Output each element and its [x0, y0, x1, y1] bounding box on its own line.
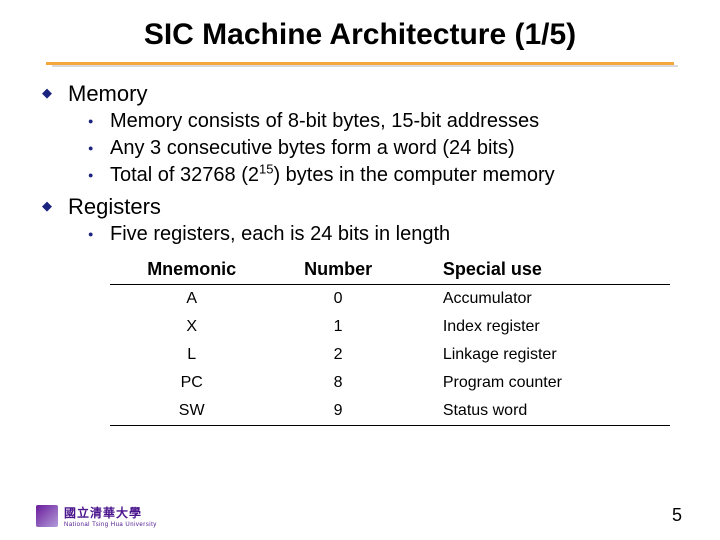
university-name-en: National Tsing Hua University [64, 522, 157, 528]
memory-bullet-1: Memory consists of 8-bit bytes, 15-bit a… [40, 109, 680, 134]
cell-number: 8 [273, 369, 402, 397]
table-header-row: Mnemonic Number Special use [110, 255, 670, 285]
table-row: PC 8 Program counter [110, 369, 670, 397]
registers-bullet-1: Five registers, each is 24 bits in lengt… [40, 222, 680, 247]
cell-number: 0 [273, 285, 402, 314]
cell-mnemonic: X [110, 313, 273, 341]
title-underline [46, 62, 674, 67]
table-row: A 0 Accumulator [110, 285, 670, 314]
cell-special: Linkage register [403, 341, 670, 369]
section-registers-heading: Registers [40, 194, 680, 220]
university-name-block: 國立清華大學 National Tsing Hua University [64, 504, 157, 528]
cell-number: 1 [273, 313, 402, 341]
university-name-cn: 國立清華大學 [64, 506, 142, 520]
memory-bullet-3: Total of 32768 (215) bytes in the comput… [40, 163, 680, 188]
registers-table-container: Mnemonic Number Special use A 0 Accumula… [110, 255, 670, 426]
th-special: Special use [403, 255, 670, 285]
th-mnemonic: Mnemonic [110, 255, 273, 285]
footer: 國立清華大學 National Tsing Hua University [36, 504, 157, 528]
cell-number: 9 [273, 397, 402, 426]
table-row: SW 9 Status word [110, 397, 670, 426]
cell-mnemonic: PC [110, 369, 273, 397]
cell-special: Accumulator [403, 285, 670, 314]
table-row: L 2 Linkage register [110, 341, 670, 369]
memory-bullet-2: Any 3 consecutive bytes form a word (24 … [40, 136, 680, 161]
th-number: Number [273, 255, 402, 285]
registers-heading-text: Registers [68, 194, 161, 219]
cell-special: Status word [403, 397, 670, 426]
cell-special: Program counter [403, 369, 670, 397]
registers-table: Mnemonic Number Special use A 0 Accumula… [110, 255, 670, 426]
university-logo-icon [36, 505, 58, 527]
slide-title: SIC Machine Architecture (1/5) [40, 18, 680, 52]
cell-mnemonic: L [110, 341, 273, 369]
cell-special: Index register [403, 313, 670, 341]
cell-mnemonic: SW [110, 397, 273, 426]
page-number: 5 [672, 505, 682, 526]
cell-number: 2 [273, 341, 402, 369]
memory-heading-text: Memory [68, 81, 147, 106]
table-row: X 1 Index register [110, 313, 670, 341]
slide-container: SIC Machine Architecture (1/5) Memory Me… [0, 0, 720, 540]
cell-mnemonic: A [110, 285, 273, 314]
section-memory-heading: Memory [40, 81, 680, 107]
